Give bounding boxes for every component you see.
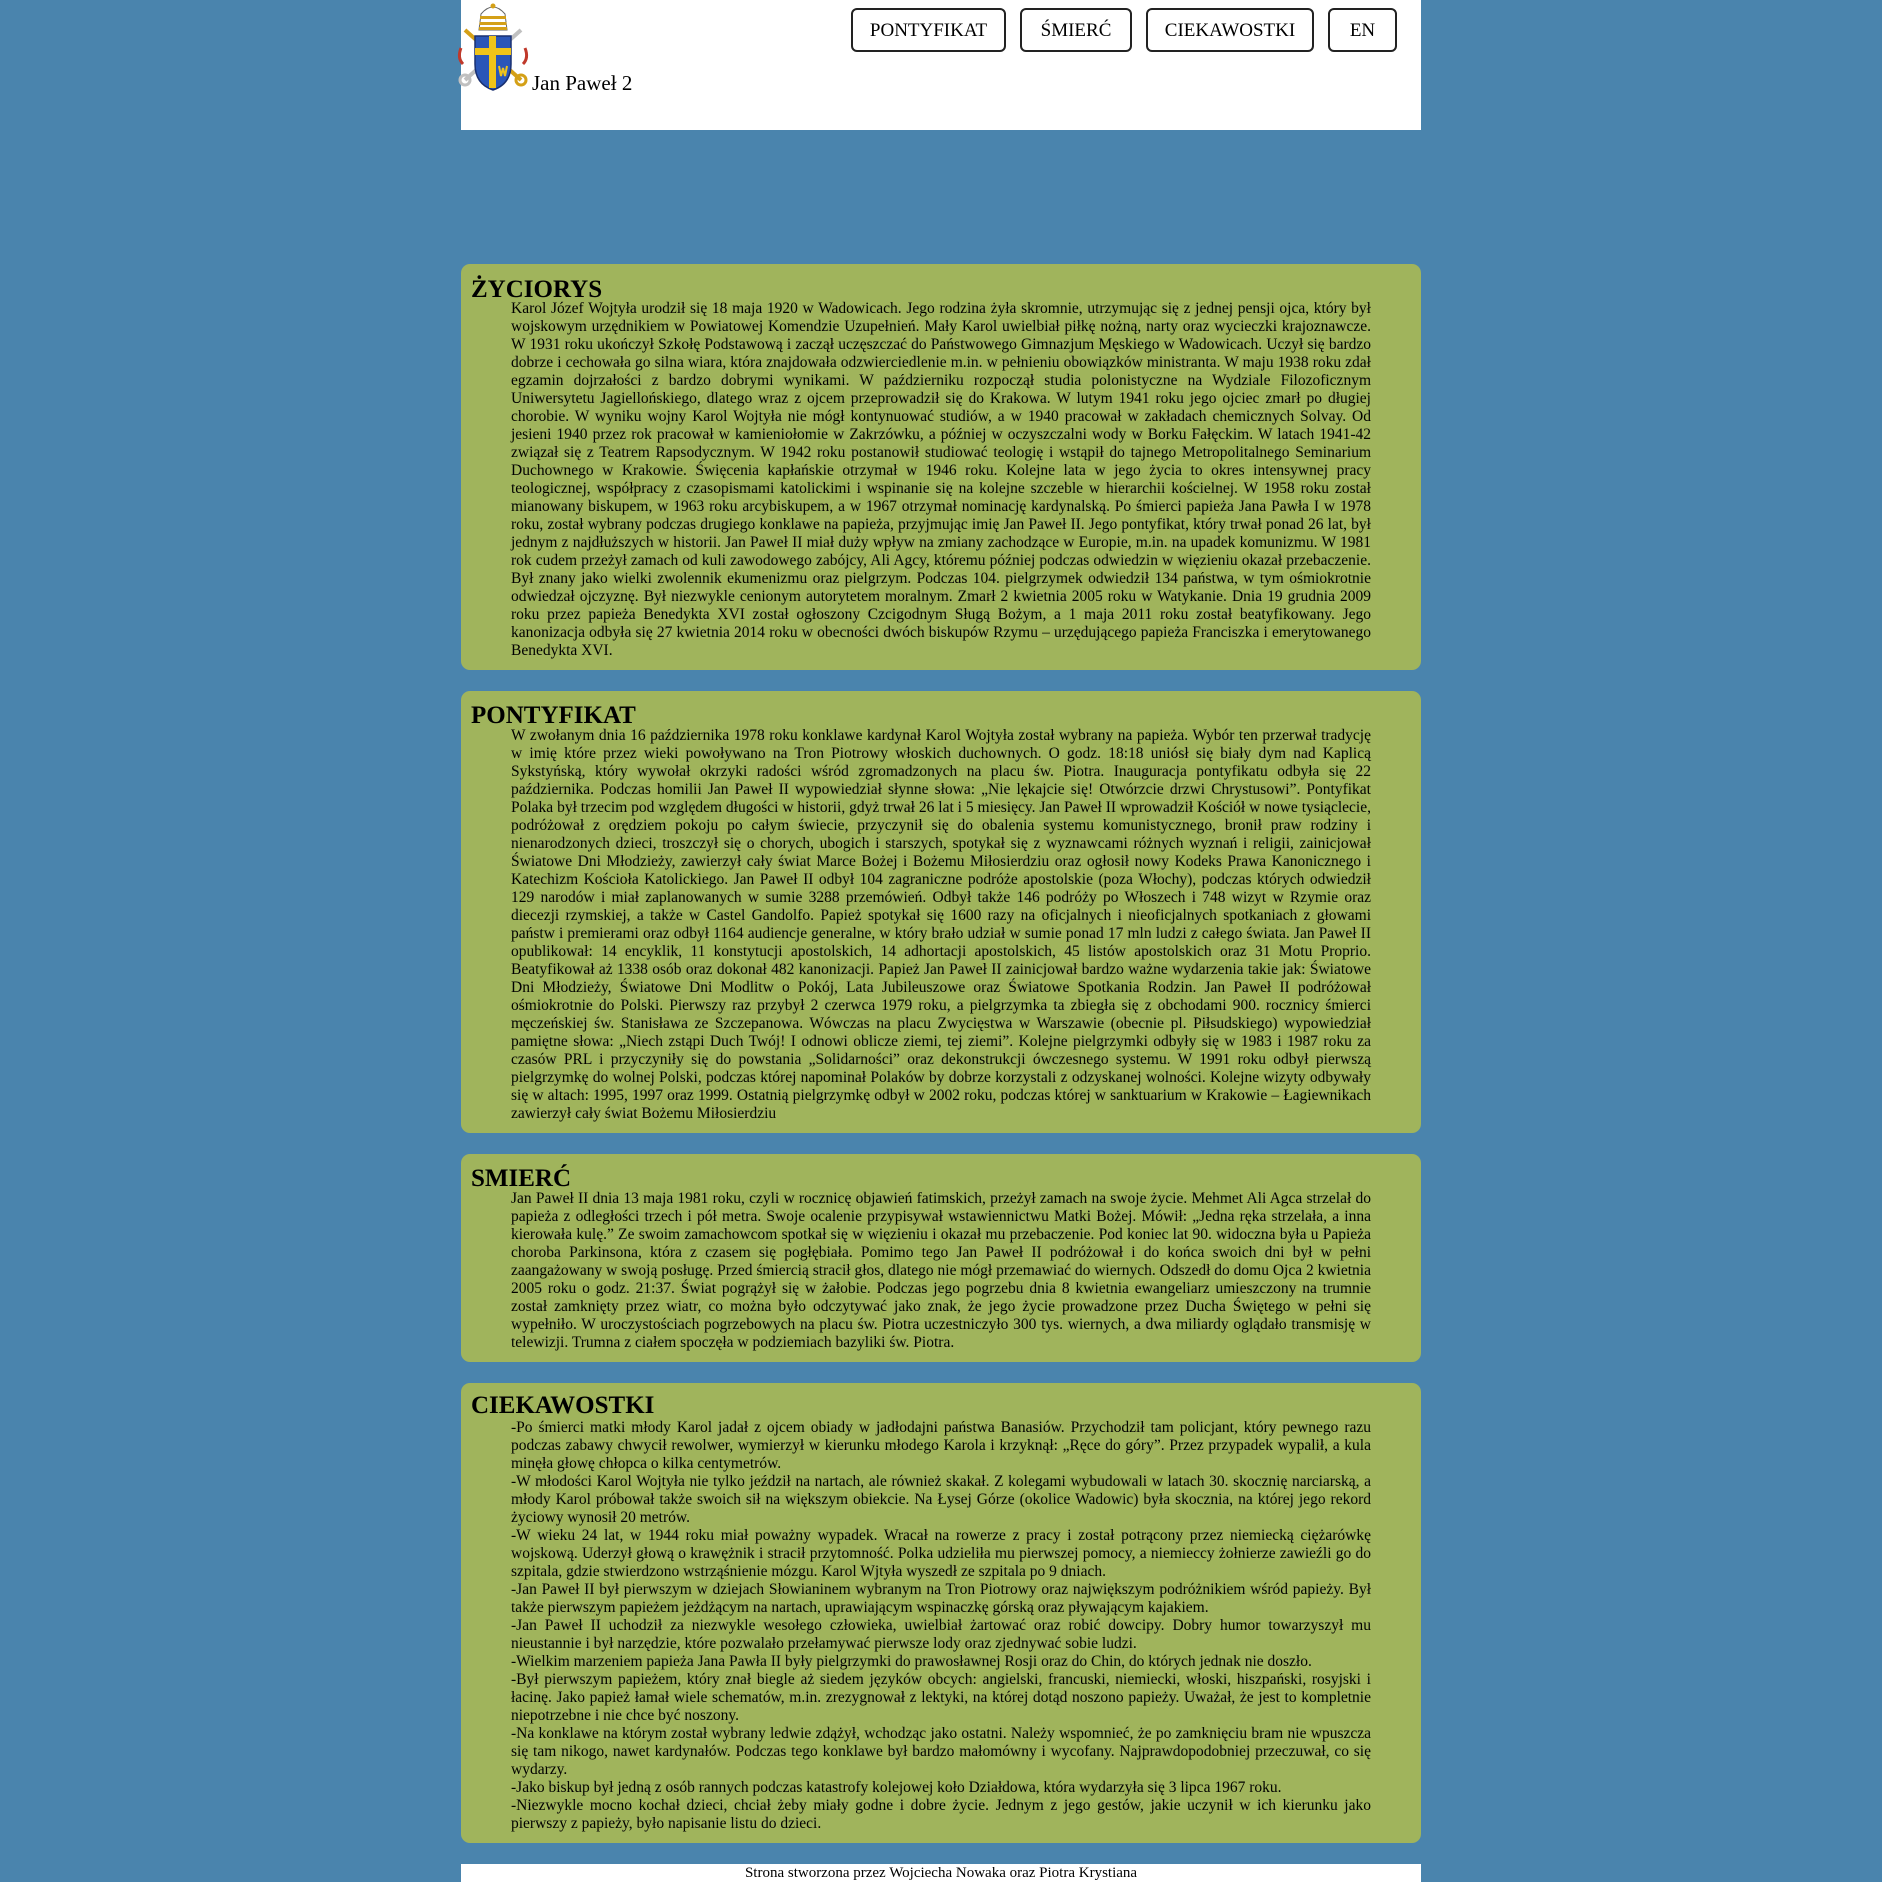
- section-ciekawostki: CIEKAWOSTKI -Po śmierci matki młody Karo…: [461, 1383, 1421, 1843]
- section-paragraph: Karol Józef Wojtyła urodził się 18 maja …: [511, 300, 1371, 659]
- fact-item: -Po śmierci matki młody Karol jadał z oj…: [511, 1419, 1371, 1472]
- site-footer: Strona stworzona przez Wojciecha Nowaka …: [461, 1864, 1421, 1882]
- fact-item: -Jan Paweł II uchodził za niezwykle weso…: [511, 1617, 1371, 1652]
- section-body: -Po śmierci matki młody Karol jadał z oj…: [511, 1419, 1371, 1833]
- section-body: Karol Józef Wojtyła urodził się 18 maja …: [511, 300, 1371, 660]
- fact-item: -Był pierwszym papieżem, który znał bieg…: [511, 1671, 1371, 1724]
- site-title: Jan Paweł 2: [532, 71, 633, 95]
- fact-item: -Na konklawe na którym został wybrany le…: [511, 1725, 1371, 1778]
- section-pontyfikat: PONTYFIKAT W zwołanym dnia 16 październi…: [461, 691, 1421, 1133]
- section-body: Jan Paweł II dnia 13 maja 1981 roku, czy…: [511, 1190, 1371, 1352]
- fact-item: -Jako biskup był jedną z osób rannych po…: [511, 1779, 1282, 1796]
- fact-item: -Jan Paweł II był pierwszym w dziejach S…: [511, 1581, 1371, 1616]
- fact-item: -Niezwykle mocno kochał dzieci, chciał ż…: [511, 1797, 1371, 1832]
- fact-item: -W wieku 24 lat, w 1944 roku miał poważn…: [511, 1527, 1371, 1580]
- nav-smierc-button[interactable]: ŚMIERĆ: [1020, 8, 1132, 52]
- section-heading: CIEKAWOSTKI: [471, 1392, 655, 1419]
- site-header: Jan Paweł 2 PONTYFIKAT ŚMIERĆ CIEKAWOSTK…: [457, 0, 1421, 130]
- section-zyciorys: ŻYCIORYS Karol Józef Wojtyła urodził się…: [461, 264, 1421, 670]
- section-body: W zwołanym dnia 16 października 1978 rok…: [511, 727, 1371, 1123]
- section-paragraph: W zwołanym dnia 16 października 1978 rok…: [511, 727, 1371, 1122]
- section-smierc: SMIERĆ Jan Paweł II dnia 13 maja 1981 ro…: [461, 1154, 1421, 1362]
- fact-item: -W młodości Karol Wojtyła nie tylko jeźd…: [511, 1473, 1371, 1526]
- papal-coat-of-arms-icon: [457, 3, 529, 91]
- section-paragraph: Jan Paweł II dnia 13 maja 1981 roku, czy…: [511, 1190, 1371, 1351]
- fact-item: -Wielkim marzeniem papieża Jana Pawła II…: [511, 1653, 1312, 1670]
- nav-language-en-button[interactable]: EN: [1328, 8, 1397, 52]
- nav-pontyfikat-button[interactable]: PONTYFIKAT: [851, 8, 1006, 52]
- nav-ciekawostki-button[interactable]: CIEKAWOSTKI: [1146, 8, 1314, 52]
